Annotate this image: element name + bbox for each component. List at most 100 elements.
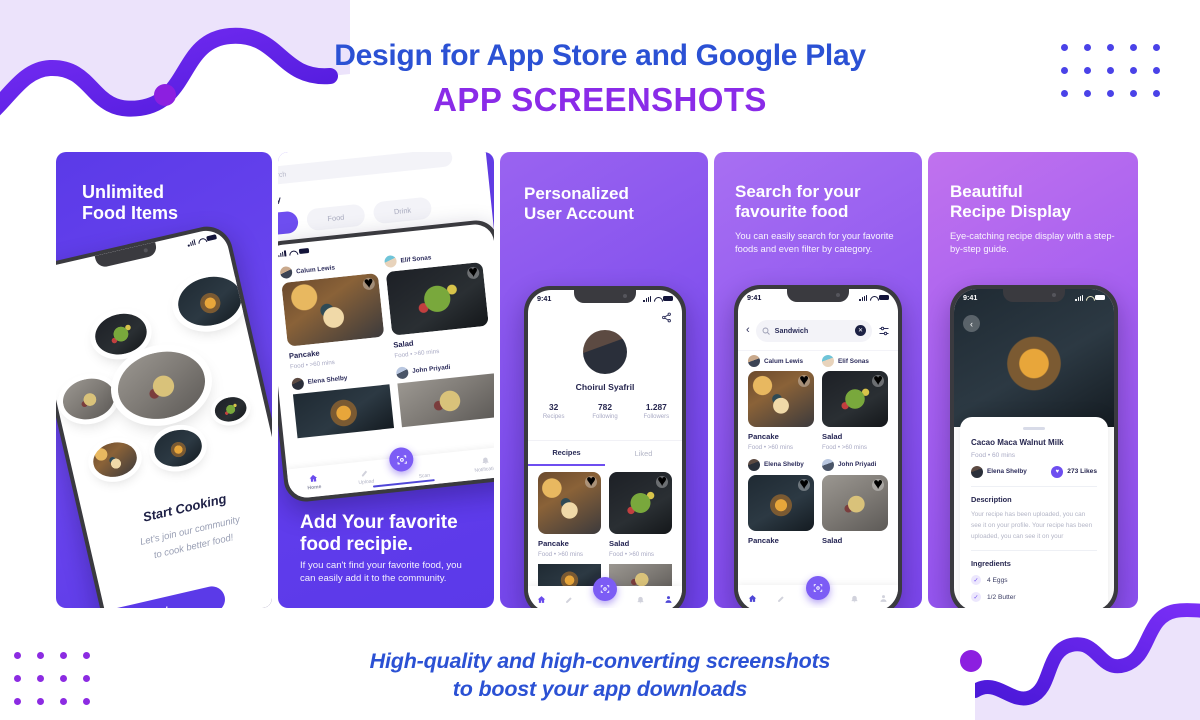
footer-line2: to boost your app downloads — [452, 676, 748, 701]
recipe-card[interactable]: ♥ Salad Food • >60 mins — [385, 261, 492, 359]
avatar — [822, 458, 834, 471]
panel3-title-line1: Personalized — [524, 184, 629, 203]
wifi-icon — [654, 296, 661, 302]
heart-icon[interactable]: ♥ — [466, 263, 480, 281]
search-query-text: Sandwich — [774, 326, 809, 335]
recipe-thumbnail: ♥ — [822, 371, 888, 427]
chip-all[interactable]: All — [278, 210, 300, 238]
share-icon[interactable] — [661, 312, 672, 323]
heart-icon[interactable]: ♥ — [656, 473, 668, 490]
chip-drink[interactable]: Drink — [372, 196, 433, 225]
back-button[interactable]: ‹ — [963, 315, 980, 332]
panel5-subtitle: Eye-catching recipe display with a step-… — [950, 230, 1115, 254]
search-author-row-2: Elena Shelby John Priyadi — [738, 458, 898, 475]
recipe-thumbnail: ♥ — [822, 474, 888, 531]
profile-recipe-grid: ♥ Pancake Food • >60 mins ♥ Salad Food •… — [528, 472, 682, 558]
search-recipe-grid-1: ♥ Pancake Food • >60 mins ♥ Salad Food •… — [738, 371, 898, 451]
author-name: Calum Lewis — [295, 263, 336, 275]
wifi-icon — [197, 236, 205, 243]
panel1-title-line2: Food Items — [82, 203, 179, 224]
bell-icon[interactable] — [850, 594, 859, 603]
heart-icon[interactable]: ♥ — [362, 274, 376, 292]
status-icons — [859, 294, 889, 301]
author-item[interactable]: Elena Shelby — [971, 465, 1027, 478]
profile-avatar[interactable] — [583, 330, 627, 374]
clear-search-icon[interactable]: ✕ — [855, 325, 866, 336]
author-item[interactable]: Elif Sonas — [822, 355, 888, 367]
recipe-card[interactable]: ♥ Pancake — [748, 474, 814, 545]
recipe-card[interactable]: ♥ Salad — [822, 474, 888, 545]
profile-user-name: Choirul Syafril — [575, 382, 635, 392]
recipe-thumbnail: ♥ — [385, 261, 489, 336]
avatar — [822, 355, 834, 367]
stat-recipes: 32 Recipes — [528, 402, 579, 420]
panel-add-favorite-recipe[interactable]: Search Category All Food Drink Left Righ… — [278, 152, 494, 608]
author-item[interactable]: Elena Shelby — [748, 458, 814, 471]
recipe-name: Salad — [822, 432, 843, 441]
author-item[interactable]: John Priyadi — [822, 458, 888, 471]
panel5-title-line2: Recipe Display — [950, 202, 1071, 222]
tab-notification-label: Notification — [474, 464, 494, 474]
recipe-card[interactable]: ♥ Salad Food • >60 mins — [609, 472, 672, 558]
author-name: Elena Shelby — [987, 468, 1027, 476]
heart-icon[interactable]: ♥ — [872, 372, 884, 389]
tab-scan-label: Scan — [418, 472, 431, 480]
likes-badge[interactable]: ♥ 273 Likes — [1051, 465, 1097, 478]
bell-icon — [483, 457, 490, 464]
bell-icon[interactable] — [636, 595, 645, 604]
tab-home[interactable]: Home — [306, 473, 322, 491]
tab-recipes[interactable]: Recipes — [528, 441, 605, 466]
recipe-thumbnail[interactable] — [397, 372, 494, 427]
pencil-icon[interactable] — [777, 594, 786, 603]
panel2-title-line1: Add Your favorite — [300, 512, 458, 533]
home-icon[interactable] — [537, 595, 546, 604]
tab-scan[interactable]: Scan — [410, 460, 438, 480]
phone-notch — [1003, 289, 1065, 302]
heart-icon[interactable]: ♥ — [798, 476, 810, 493]
screenshot-panel-row: Unlimited Food Items 9:41 — [56, 152, 1146, 608]
search-input[interactable]: Sandwich ✕ — [755, 319, 872, 342]
status-time: 9:41 — [537, 294, 552, 303]
panel-search-favourite-food[interactable]: Search for your favourite food You can e… — [714, 152, 922, 608]
status-icons — [1075, 294, 1105, 301]
heart-icon[interactable]: ♥ — [585, 473, 597, 490]
tab-upload[interactable]: Upload — [357, 467, 375, 486]
battery-icon — [206, 233, 218, 242]
profile-stats-row: 32 Recipes 782 Following 1.287 Followers — [528, 402, 682, 420]
profile-tabs: Recipes Liked — [528, 440, 682, 466]
search-icon — [762, 327, 770, 335]
scan-fab-button[interactable] — [593, 577, 617, 601]
battery-icon — [1095, 294, 1105, 301]
chip-food[interactable]: Food — [305, 203, 366, 232]
food-plate — [91, 308, 151, 360]
search-field-bg[interactable]: Search — [278, 152, 454, 188]
panel-personalized-user-account[interactable]: Personalized User Account 9:41 Choirul S… — [500, 152, 708, 608]
recipe-card[interactable]: ♥ Pancake Food • >60 mins — [538, 472, 601, 558]
panel-unlimited-food-items[interactable]: Unlimited Food Items 9:41 — [56, 152, 272, 608]
footer-tagline: High-quality and high-converting screens… — [0, 648, 1200, 703]
recipe-card[interactable]: ♥ Salad Food • >60 mins — [822, 371, 888, 451]
heart-icon[interactable]: ♥ — [798, 372, 810, 389]
scan-fab-button[interactable] — [806, 576, 830, 600]
tab-notification[interactable]: Notification — [473, 454, 494, 473]
page-title-block: Design for App Store and Google Play APP… — [0, 38, 1200, 120]
wifi-icon — [1086, 295, 1093, 301]
home-icon[interactable] — [748, 594, 757, 603]
person-icon[interactable] — [664, 595, 673, 604]
panel2-subtitle: If you can't find your favorite food, yo… — [300, 560, 462, 584]
heart-icon[interactable]: ♥ — [872, 476, 884, 493]
back-button[interactable]: ‹ — [746, 325, 750, 336]
check-icon: ✓ — [971, 575, 981, 586]
panel-beautiful-recipe-display[interactable]: Beautiful Recipe Display Eye-catching re… — [928, 152, 1138, 608]
likes-count: 273 Likes — [1067, 468, 1097, 476]
filter-icon[interactable] — [878, 325, 890, 337]
recipe-card[interactable]: ♥ Pancake Food • >60 mins — [281, 272, 387, 370]
author-item[interactable]: Calum Lewis — [748, 355, 814, 367]
panel2-title: Add Your favorite food recipie. — [300, 512, 458, 557]
person-icon[interactable] — [879, 594, 888, 603]
recipe-card[interactable]: ♥ Pancake Food • >60 mins — [748, 371, 814, 451]
tab-liked[interactable]: Liked — [605, 441, 682, 466]
sheet-grabber[interactable] — [1023, 427, 1045, 430]
recipe-thumbnail[interactable] — [292, 383, 394, 438]
pencil-icon[interactable] — [565, 595, 574, 604]
